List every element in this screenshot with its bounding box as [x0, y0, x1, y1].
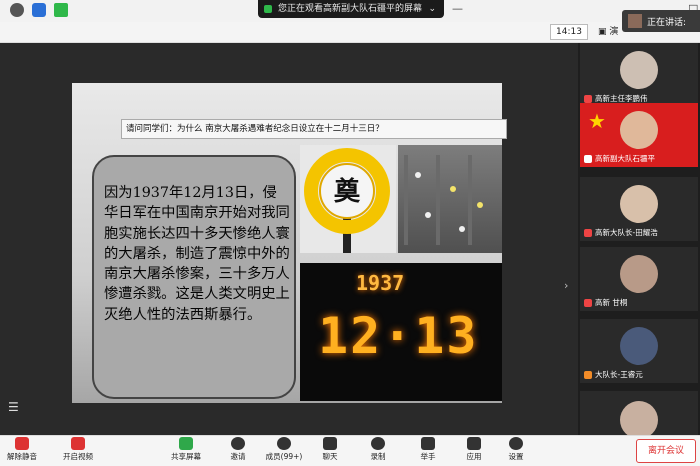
- candles-photo: 1937 12·13: [300, 263, 502, 401]
- share-screen-icon: [179, 437, 193, 450]
- wreath-image: 奠: [304, 148, 390, 253]
- members-label: 成员(99+): [265, 452, 303, 461]
- memorial-wall-image: [404, 155, 483, 245]
- mic-muted-icon: [584, 299, 592, 307]
- participant-name-text: 高新副大队石疆平: [595, 154, 655, 163]
- members-icon: [277, 437, 291, 450]
- minimize-button[interactable]: —: [452, 2, 463, 15]
- invite-button[interactable]: 邀请: [216, 437, 260, 462]
- chevron-right-icon[interactable]: ›: [564, 279, 568, 292]
- apps-button[interactable]: 应用: [452, 437, 496, 462]
- participant-tile[interactable]: 高新大队长-田耀浩: [580, 177, 698, 241]
- mic-muted-icon: [584, 229, 592, 237]
- participant-name-text: 大队长-王睿元: [595, 370, 643, 379]
- avatar: [620, 51, 658, 89]
- host-icon: [584, 371, 592, 379]
- avatar: [620, 401, 658, 439]
- participant-tile[interactable]: 高新主任李鹏伟: [580, 43, 698, 107]
- mic-icon: [584, 155, 592, 163]
- wreath-photo: 奠: [300, 145, 396, 253]
- record-button[interactable]: 录制: [356, 437, 400, 462]
- record-icon: [371, 437, 385, 450]
- members-button[interactable]: 成员(99+): [262, 437, 306, 462]
- shared-screen-area: 请问同学们：为什么 南京大屠杀遇难者纪念日设立在十二月十三日？ 因为1937年1…: [0, 43, 578, 435]
- participant-tile[interactable]: 大队长-王睿元: [580, 319, 698, 383]
- participant-name: 高新 甘桐: [584, 297, 627, 308]
- chat-label: 聊天: [322, 452, 338, 461]
- invite-icon: [231, 437, 245, 450]
- participant-name-text: 高新 甘桐: [595, 298, 628, 307]
- apps-icon: [467, 437, 481, 450]
- slide-callout: 因为1937年12月13日，侵华日军在中国南京开始对我同胞实施长达四十多天惨绝人…: [92, 155, 296, 399]
- avatar: [620, 327, 658, 365]
- unmute-button[interactable]: 解除静音: [0, 437, 44, 462]
- view-label: 演: [609, 27, 619, 37]
- participant-name-text: 高新主任李鹏伟: [595, 94, 648, 103]
- invite-label: 邀请: [230, 452, 246, 461]
- avatar: [620, 185, 658, 223]
- info-icon[interactable]: [10, 3, 24, 17]
- memorial-wall-photo: [398, 145, 502, 253]
- participant-name: 大队长-王睿元: [584, 369, 643, 380]
- gear-icon: [509, 437, 523, 450]
- screen-share-banner[interactable]: 您正在观看高新副大队石疆平的屏幕 ⌄: [258, 0, 444, 18]
- chevron-down-icon[interactable]: ⌄: [428, 0, 436, 18]
- camera-off-icon: [71, 437, 85, 450]
- share-indicator-icon: [264, 5, 272, 13]
- apps-label: 应用: [466, 452, 482, 461]
- presentation-slide: 请问同学们：为什么 南京大屠杀遇难者纪念日设立在十二月十三日？ 因为1937年1…: [72, 83, 507, 403]
- share-screen-button[interactable]: 共享屏幕: [164, 437, 208, 462]
- view-button[interactable]: ▣ 演: [598, 24, 618, 37]
- slide-question: 请问同学们：为什么 南京大屠杀遇难者纪念日设立在十二月十三日？: [121, 119, 507, 139]
- speaking-label: 正在讲话:: [647, 17, 687, 28]
- candles-year: 1937: [356, 271, 405, 295]
- participant-tile[interactable]: 高新 甘桐: [580, 247, 698, 311]
- speaking-indicator: 正在讲话:: [622, 10, 700, 32]
- signal-icon[interactable]: [54, 3, 68, 17]
- share-banner-text: 您正在观看高新副大队石疆平的屏幕: [278, 4, 423, 14]
- meeting-timer: 14:13: [550, 24, 588, 40]
- avatar: [620, 255, 658, 293]
- wreath-character: 奠: [334, 176, 361, 207]
- participant-tile[interactable]: [580, 391, 698, 439]
- participant-name: 高新副大队石疆平: [584, 153, 655, 164]
- chat-button[interactable]: 聊天: [308, 437, 352, 462]
- start-video-label: 开启视频: [63, 452, 93, 461]
- menu-icon[interactable]: ☰: [8, 400, 19, 414]
- shield-icon[interactable]: [32, 3, 46, 17]
- hand-icon: [421, 437, 435, 450]
- meeting-info-bar: [0, 22, 700, 43]
- participant-sidebar: 高新主任李鹏伟 ★ 高新副大队石疆平 高新大队长-田耀浩 高新 甘桐 大队长-王…: [578, 43, 700, 439]
- avatar: [620, 111, 658, 149]
- settings-label: 设置: [508, 452, 524, 461]
- chat-icon: [323, 437, 337, 450]
- raise-hand-label: 举手: [420, 452, 436, 461]
- start-video-button[interactable]: 开启视频: [56, 437, 100, 462]
- unmute-label: 解除静音: [7, 452, 37, 461]
- callout-text: 因为1937年12月13日，侵华日军在中国南京开始对我同胞实施长达四十多天惨绝人…: [104, 185, 290, 323]
- raise-hand-button[interactable]: 举手: [406, 437, 450, 462]
- mic-muted-icon: [584, 95, 592, 103]
- participant-name-text: 高新大队长-田耀浩: [595, 228, 658, 237]
- participant-tile[interactable]: ★ 高新副大队石疆平: [580, 103, 698, 167]
- participant-name: 高新大队长-田耀浩: [584, 227, 658, 238]
- record-label: 录制: [370, 452, 386, 461]
- settings-button[interactable]: 设置: [494, 437, 538, 462]
- leave-meeting-button[interactable]: 离开会议: [636, 439, 696, 463]
- candles-date: 12·13: [318, 307, 479, 365]
- mic-muted-icon: [15, 437, 29, 450]
- share-screen-label: 共享屏幕: [171, 452, 201, 461]
- flag-star-icon: ★: [588, 109, 606, 133]
- avatar: [628, 14, 642, 28]
